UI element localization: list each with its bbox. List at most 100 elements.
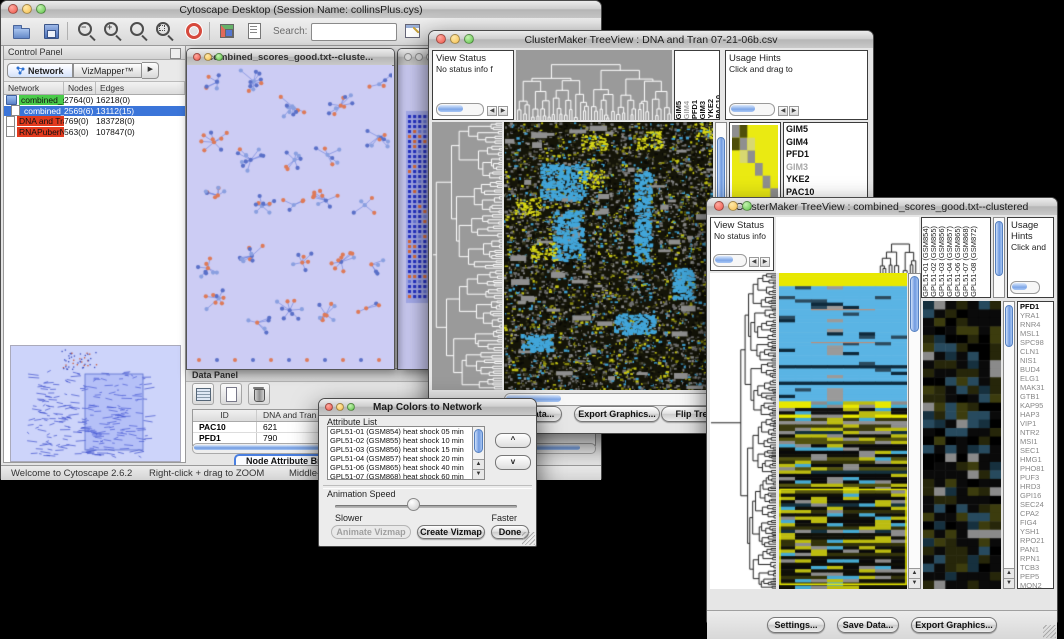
column-label[interactable]: GPL51-03 (GSM856) — [938, 226, 945, 297]
open-file-icon[interactable] — [11, 21, 31, 41]
delete-attribute-icon[interactable] — [248, 383, 270, 405]
scroll-left-icon[interactable]: ◀ — [749, 257, 759, 267]
gene-name[interactable]: GPI16 — [1018, 491, 1053, 500]
gene-name[interactable]: PUF3 — [1018, 473, 1053, 482]
minimize-icon[interactable] — [728, 201, 738, 211]
gene-name[interactable]: CPA2 — [1018, 509, 1053, 518]
scrollbar-thumb[interactable] — [995, 221, 1003, 276]
attribute-editor-icon[interactable] — [403, 21, 423, 41]
gene-name[interactable]: GTB1 — [1018, 392, 1053, 401]
column-header-nodes[interactable]: Nodes — [64, 82, 96, 94]
annotation-icon[interactable] — [245, 21, 265, 41]
heatmap-zoom-view[interactable] — [923, 301, 1001, 589]
attribute-listbox[interactable]: GPL51-01 (GSM854) heat shock 05 minGPL51… — [327, 426, 485, 480]
zoom-window-icon[interactable] — [347, 403, 355, 411]
column-label[interactable]: GPL51-07 (GSM868) — [962, 226, 969, 297]
gene-name[interactable]: YSH1 — [1018, 527, 1053, 536]
view-status-scrollbar[interactable] — [436, 103, 484, 116]
network-row[interactable]: RNAPuberNov2+! 563(0) 107847(0) — [4, 127, 185, 138]
network-overview-thumbnail[interactable] — [10, 345, 181, 462]
gene-name[interactable]: HAP3 — [1018, 410, 1053, 419]
zoom-window-icon[interactable] — [742, 201, 752, 211]
gene-name[interactable]: RNR4 — [1018, 320, 1053, 329]
network-row[interactable]: combined_sco 2569(6) 13112(15) — [4, 106, 185, 117]
column-dendrogram[interactable] — [516, 50, 672, 120]
column-label[interactable]: GIM4 — [683, 101, 690, 119]
column-label[interactable]: PFD1 — [691, 100, 698, 119]
slider-thumb[interactable] — [407, 498, 420, 511]
minimize-icon[interactable] — [204, 53, 212, 61]
gene-name[interactable]: YKE2 — [784, 173, 867, 186]
tab-vizmapper[interactable]: VizMapper™ — [73, 63, 143, 78]
usage-hints-scrollbar[interactable] — [1010, 281, 1040, 294]
network-row[interactable]: DNA and Tran 07 769(0) 183728(0) — [4, 116, 185, 127]
column-labels-scrollbar[interactable] — [993, 217, 1005, 298]
network-window-titlebar[interactable]: combined_scores_good.txt--cluste... — [187, 49, 394, 66]
scrollbar-thumb[interactable] — [715, 256, 733, 263]
dialog-titlebar[interactable]: Map Colors to Network — [319, 399, 536, 416]
column-label[interactable]: YKE2 — [707, 99, 714, 119]
column-label[interactable]: GPL51-06 (GSM865) — [954, 226, 961, 297]
minimize-icon[interactable] — [336, 403, 344, 411]
heatmap-global-view[interactable] — [779, 273, 907, 589]
gene-name[interactable]: BUD4 — [1018, 365, 1053, 374]
gene-name[interactable]: GIM4 — [784, 136, 867, 149]
network-window[interactable]: combined_scores_good.txt--cluste... — [186, 48, 395, 370]
scrollbar-thumb[interactable] — [1012, 283, 1027, 290]
attribute-item[interactable]: GPL51-07 (GSM868) heat shock 60 min — [328, 472, 484, 480]
save-icon[interactable] — [41, 21, 61, 41]
gene-name[interactable]: MSI1 — [1018, 437, 1053, 446]
zoom-selected-icon[interactable] — [155, 21, 175, 41]
scroll-up-icon[interactable]: ▲ — [473, 459, 484, 469]
row-dendrogram[interactable] — [710, 273, 776, 589]
move-up-button[interactable]: ^ — [495, 433, 531, 448]
view-status-scrollbar[interactable] — [713, 254, 747, 267]
zoom-window-icon[interactable] — [215, 53, 223, 61]
scrollbar-thumb[interactable] — [438, 105, 463, 112]
attribute-item[interactable]: GPL51-02 (GSM855) heat shock 10 min — [328, 436, 484, 445]
vizmapper-icon[interactable] — [217, 21, 237, 41]
resize-grip[interactable] — [1043, 625, 1056, 638]
treeview-button[interactable]: Settings... — [767, 617, 825, 633]
network-canvas[interactable] — [187, 65, 392, 367]
move-down-button[interactable]: v — [495, 455, 531, 470]
scrollbar-thumb[interactable] — [474, 429, 483, 453]
zoom-window-icon[interactable] — [464, 34, 474, 44]
column-label[interactable]: GIM5 — [675, 101, 682, 119]
gene-name[interactable]: FIG4 — [1018, 518, 1053, 527]
treeview-dna-titlebar[interactable]: ClusterMaker TreeView : DNA and Tran 07-… — [429, 31, 873, 49]
gene-name[interactable]: CLN1 — [1018, 347, 1053, 356]
column-label[interactable]: GPL51-08 (GSM872) — [970, 226, 977, 297]
zoom-vscrollbar[interactable]: ▲▼ — [1003, 301, 1015, 589]
gene-name[interactable]: MON2 — [1018, 581, 1053, 589]
float-panel-icon[interactable] — [170, 48, 181, 59]
minimize-icon[interactable] — [450, 34, 460, 44]
treeview-combined-titlebar[interactable]: ClusterMaker TreeView : combined_scores_… — [707, 198, 1057, 216]
gene-name[interactable]: PFD1 — [1018, 302, 1053, 311]
heatmap-zoom-view[interactable] — [732, 125, 778, 201]
gene-name[interactable]: RPN1 — [1018, 554, 1053, 563]
gene-name[interactable]: PEP5 — [1018, 572, 1053, 581]
column-label[interactable]: GPL51-02 (GSM855) — [930, 226, 937, 297]
scroll-up-icon[interactable]: ▲ — [909, 568, 920, 578]
scroll-right-icon[interactable]: ▶ — [760, 257, 770, 267]
close-icon[interactable] — [193, 53, 201, 61]
scroll-down-icon[interactable]: ▼ — [909, 578, 920, 588]
gene-name[interactable]: PHO81 — [1018, 464, 1053, 473]
gene-name[interactable]: ELG1 — [1018, 374, 1053, 383]
attribute-item[interactable]: GPL51-04 (GSM857) heat shock 20 min — [328, 454, 484, 463]
create-attribute-icon[interactable] — [220, 383, 242, 405]
search-input[interactable] — [311, 23, 397, 41]
resize-grip[interactable] — [522, 532, 535, 545]
scrollbar-thumb[interactable] — [1005, 305, 1013, 347]
close-icon[interactable] — [714, 201, 724, 211]
scroll-right-icon[interactable]: ▶ — [498, 106, 508, 116]
scroll-up-icon[interactable]: ▲ — [1004, 568, 1014, 578]
close-icon[interactable] — [325, 403, 333, 411]
tab-overflow-icon[interactable]: ▶ — [142, 62, 159, 79]
attribute-item[interactable]: GPL51-01 (GSM854) heat shock 05 min — [328, 427, 484, 436]
attribute-item[interactable]: GPL51-06 (GSM865) heat shock 40 min — [328, 463, 484, 472]
gene-name[interactable]: MAK31 — [1018, 383, 1053, 392]
tab-network[interactable]: Network — [7, 63, 73, 78]
treeview-button[interactable]: Export Graphics... — [911, 617, 997, 633]
